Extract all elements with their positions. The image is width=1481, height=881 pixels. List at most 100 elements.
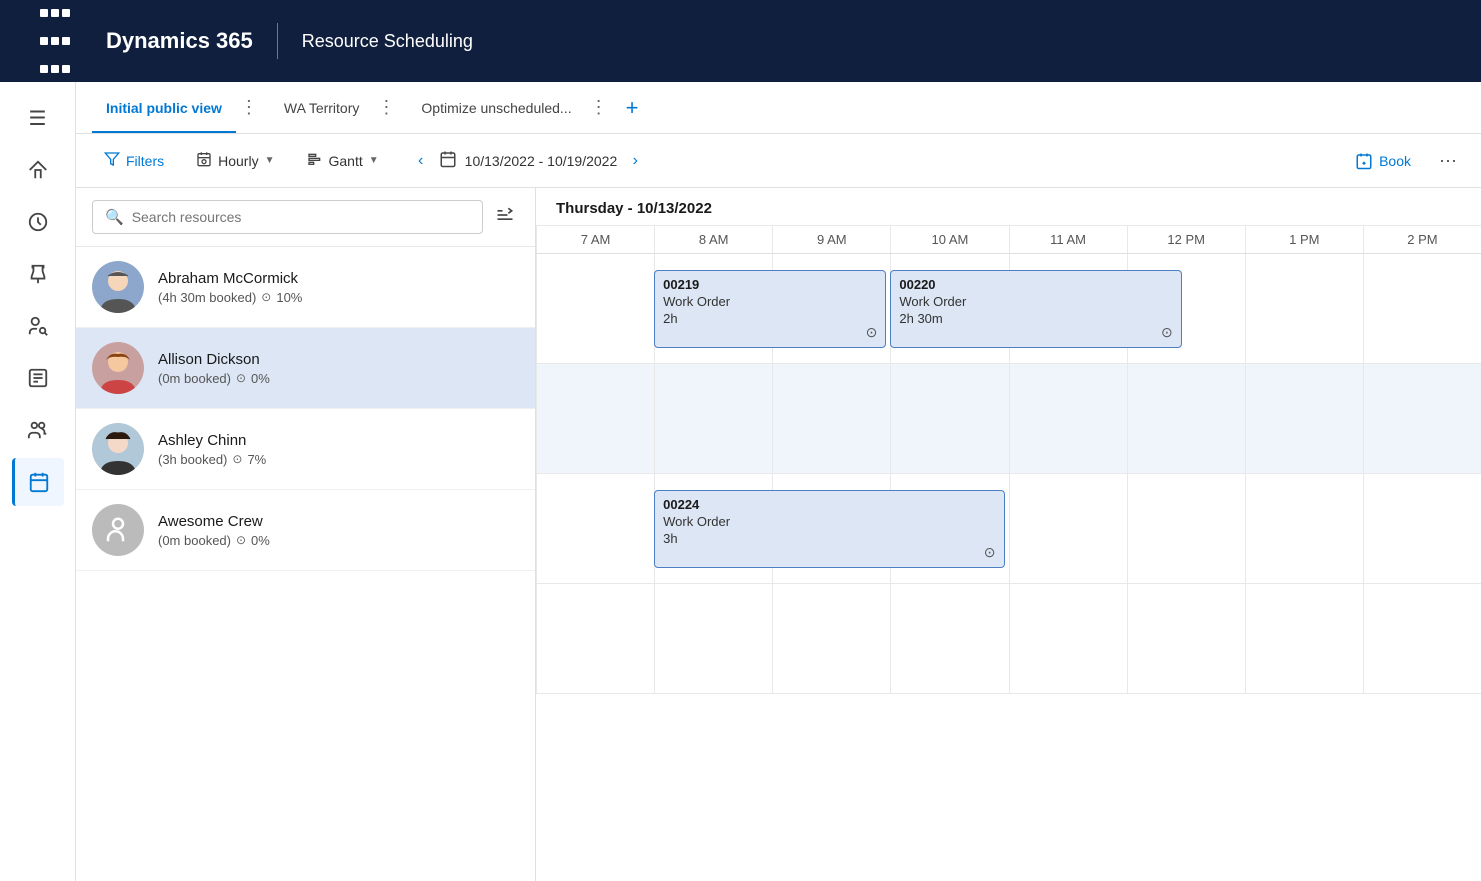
sidebar-item-pinned[interactable]: [12, 250, 64, 298]
gantt-hour-10am: 10 AM: [890, 226, 1008, 253]
gantt-col: [1127, 364, 1245, 473]
hourly-chevron-icon: ▼: [265, 155, 275, 166]
avatar: [92, 504, 144, 556]
toolbar-more-button[interactable]: ···: [1431, 144, 1465, 177]
app-grid-icon[interactable]: [20, 0, 90, 82]
filters-button[interactable]: Filters: [92, 145, 176, 176]
gantt-col: [1245, 584, 1363, 693]
resource-list: Abraham McCormick (4h 30m booked) ⊙ 10%: [76, 247, 535, 881]
tab-optimize-unscheduled[interactable]: Optimize unscheduled...: [407, 82, 585, 133]
gantt-row-inner: [536, 364, 1481, 473]
wo-duration: 2h: [663, 311, 877, 326]
gantt-hour-12pm: 12 PM: [1127, 226, 1245, 253]
gantt-col: [1009, 364, 1127, 473]
gantt-col: [536, 364, 654, 473]
sort-button[interactable]: [491, 201, 519, 234]
sidebar-item-orders[interactable]: [12, 354, 64, 402]
gantt-hour-1pm: 1 PM: [1245, 226, 1363, 253]
resource-booked: (3h booked): [158, 452, 227, 467]
gantt-col: [1245, 254, 1363, 363]
tab-wa-territory-more[interactable]: ⋮: [373, 97, 399, 118]
sidebar-item-menu[interactable]: ☰: [12, 94, 64, 142]
search-input[interactable]: [132, 209, 470, 225]
gantt-resource-row-0: 00219 Work Order 2h ⊙ 00220 Work Order 2…: [536, 254, 1481, 364]
gantt-col: [1245, 364, 1363, 473]
calendar-clock-icon: [196, 151, 212, 170]
resource-row[interactable]: Abraham McCormick (4h 30m booked) ⊙ 10%: [76, 247, 535, 328]
resource-row[interactable]: Ashley Chinn (3h booked) ⊙ 7%: [76, 409, 535, 490]
clock-icon: ⊙: [236, 533, 246, 547]
tab-initial-public-view-more[interactable]: ⋮: [236, 97, 262, 118]
wo-duration: 2h 30m: [899, 311, 1172, 326]
tab-add-button[interactable]: +: [616, 95, 649, 121]
sidebar-item-resources[interactable]: [12, 302, 64, 350]
tab-initial-public-view-label: Initial public view: [106, 100, 222, 116]
sidebar-item-crews[interactable]: [12, 406, 64, 454]
wo-type: Work Order: [899, 294, 1172, 309]
tab-optimize-unscheduled-more[interactable]: ⋮: [586, 97, 612, 118]
sidebar-item-schedule[interactable]: [12, 458, 64, 506]
gantt-col: [1363, 364, 1481, 473]
schedule-area: 🔍: [76, 188, 1481, 881]
book-button[interactable]: Book: [1343, 146, 1423, 176]
gantt-col: [654, 584, 772, 693]
resource-row[interactable]: Allison Dickson (0m booked) ⊙ 0%: [76, 328, 535, 409]
gantt-col: [1127, 584, 1245, 693]
resource-meta: (0m booked) ⊙ 0%: [158, 533, 519, 548]
tab-wa-territory-label: WA Territory: [284, 100, 359, 116]
wo-type: Work Order: [663, 294, 877, 309]
gantt-col: [1245, 474, 1363, 583]
gantt-resource-row-1: [536, 364, 1481, 474]
filters-label: Filters: [126, 153, 164, 169]
tab-wa-territory[interactable]: WA Territory: [270, 82, 373, 133]
gantt-col: [1363, 254, 1481, 363]
prev-date-button[interactable]: ‹: [407, 147, 435, 175]
resource-panel: 🔍: [76, 188, 536, 881]
resource-name: Ashley Chinn: [158, 432, 519, 449]
wo-type: Work Order: [663, 514, 995, 529]
work-order-00220[interactable]: 00220 Work Order 2h 30m ⊙: [890, 270, 1181, 348]
hourly-dropdown-button[interactable]: Hourly ▼: [184, 145, 286, 176]
work-order-00224[interactable]: 00224 Work Order 3h ⊙: [654, 490, 1004, 568]
gantt-hour-8am: 8 AM: [654, 226, 772, 253]
next-date-button[interactable]: ›: [621, 147, 649, 175]
gantt-hour-9am: 9 AM: [772, 226, 890, 253]
app-title: Dynamics 365: [106, 28, 253, 54]
date-range-text: 10/13/2022 - 10/19/2022: [465, 153, 618, 169]
avatar: [92, 342, 144, 394]
resource-meta: (3h booked) ⊙ 7%: [158, 452, 519, 467]
sidebar-item-recent[interactable]: [12, 198, 64, 246]
toolbar: Filters Hourly ▼ Gantt ▼ ‹: [76, 134, 1481, 188]
clock-icon: ⊙: [1161, 324, 1173, 341]
resource-utilization: 7%: [247, 452, 266, 467]
gantt-chevron-icon: ▼: [369, 155, 379, 166]
clock-icon: ⊙: [984, 544, 996, 561]
search-box[interactable]: 🔍: [92, 200, 483, 234]
resource-info: Awesome Crew (0m booked) ⊙ 0%: [158, 513, 519, 548]
gantt-resource-row-3: [536, 584, 1481, 694]
gantt-hour-7am: 7 AM: [536, 226, 654, 253]
gantt-date-label: Thursday - 10/13/2022: [536, 196, 1481, 225]
hourly-label: Hourly: [218, 153, 258, 169]
avatar: [92, 423, 144, 475]
tab-initial-public-view[interactable]: Initial public view: [92, 82, 236, 133]
gantt-col: [890, 584, 1008, 693]
resource-meta: (4h 30m booked) ⊙ 10%: [158, 290, 519, 305]
clock-icon: ⊙: [232, 452, 242, 466]
tab-bar: Initial public view ⋮ WA Territory ⋮ Opt…: [76, 82, 1481, 134]
sidebar-item-home[interactable]: [12, 146, 64, 194]
gantt-dropdown-button[interactable]: Gantt ▼: [295, 145, 391, 176]
gantt-resource-row-2: 00224 Work Order 3h ⊙: [536, 474, 1481, 584]
book-label: Book: [1379, 153, 1411, 169]
resource-meta: (0m booked) ⊙ 0%: [158, 371, 519, 386]
gantt-hour-11am: 11 AM: [1009, 226, 1127, 253]
gantt-hours: 7 AM 8 AM 9 AM 10 AM 11 AM 12 PM 1 PM 2 …: [536, 225, 1481, 253]
gantt-col: [772, 364, 890, 473]
resource-booked: (0m booked): [158, 533, 231, 548]
work-order-00219[interactable]: 00219 Work Order 2h ⊙: [654, 270, 886, 348]
sidebar: ☰: [0, 82, 76, 881]
resource-booked: (0m booked): [158, 371, 231, 386]
resource-row[interactable]: Awesome Crew (0m booked) ⊙ 0%: [76, 490, 535, 571]
gantt-label: Gantt: [329, 153, 363, 169]
date-range-display: 10/13/2022 - 10/19/2022: [439, 150, 618, 171]
